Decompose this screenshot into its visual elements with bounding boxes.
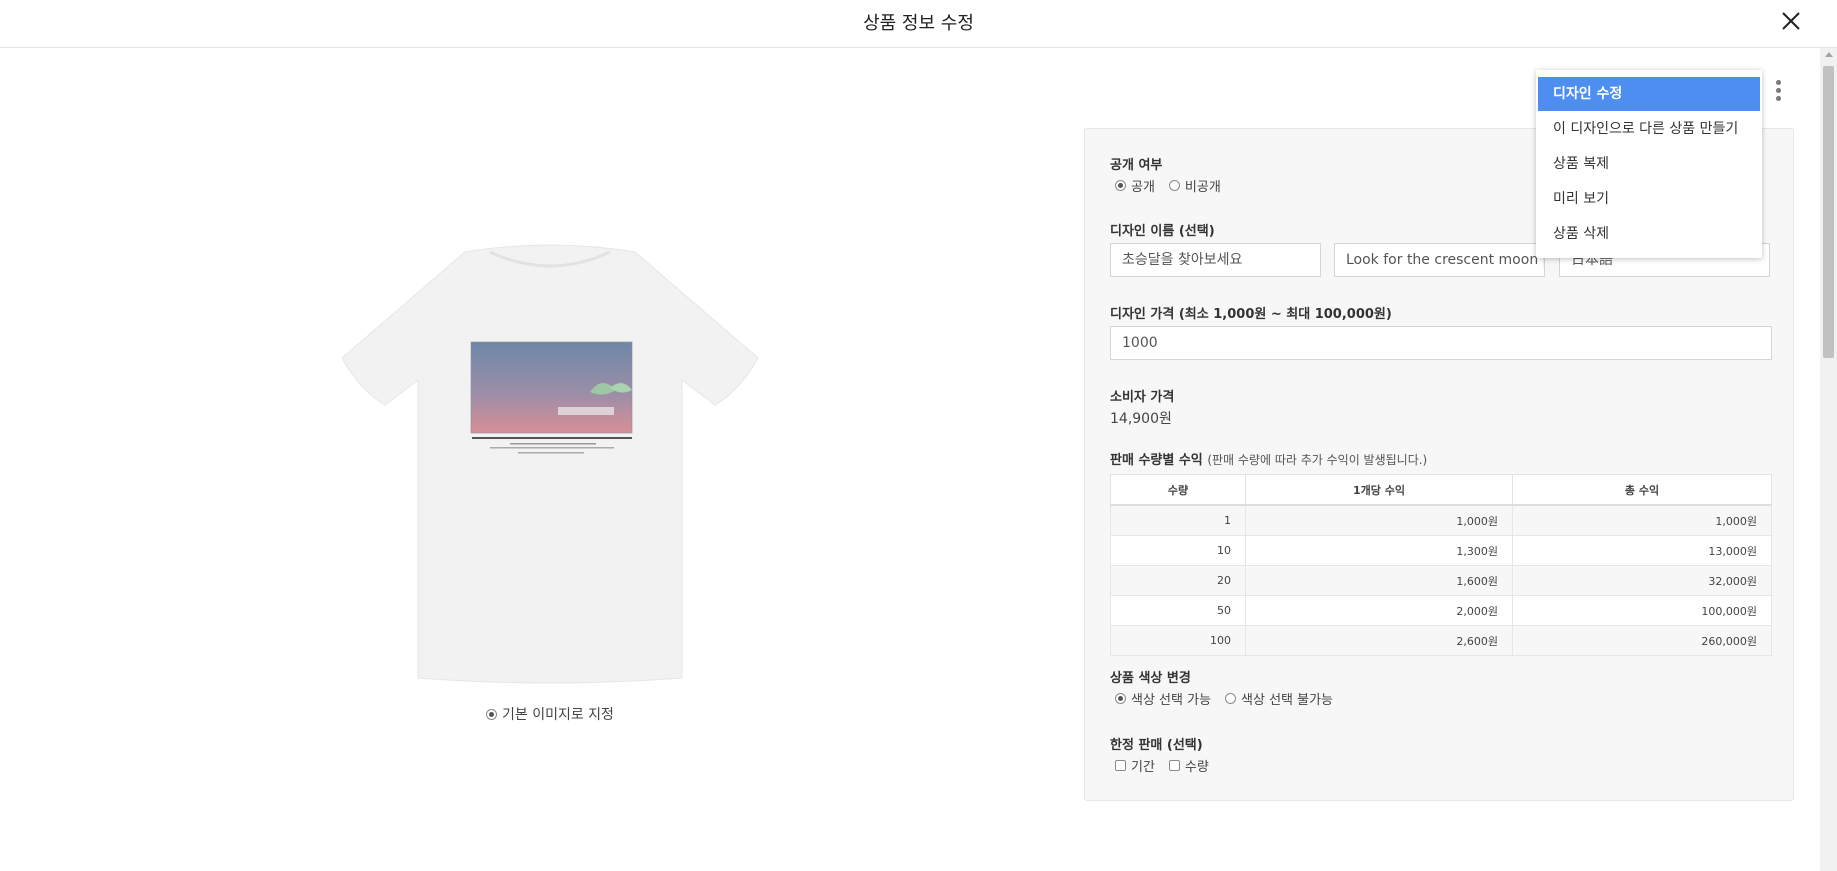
color-selectable-radio[interactable] bbox=[1115, 693, 1126, 704]
table-cell: 32,000원 bbox=[1512, 565, 1772, 596]
public-label: 공개 bbox=[1131, 180, 1155, 195]
tshirt-preview-image bbox=[341, 244, 759, 684]
public-radio[interactable] bbox=[1115, 180, 1126, 191]
limited-sale-options: 기간 수량 bbox=[1115, 756, 1223, 775]
table-row: 20 1,600원 32,000원 bbox=[1110, 565, 1772, 596]
period-checkbox[interactable] bbox=[1115, 760, 1126, 771]
table-cell: 2,600원 bbox=[1245, 625, 1513, 656]
table-cell: 10 bbox=[1110, 535, 1246, 566]
table-cell: 13,000원 bbox=[1512, 535, 1772, 566]
design-price-label: 디자인 가격 (최소 1,000원 ~ 최대 100,000원) bbox=[1110, 307, 1392, 322]
close-icon[interactable] bbox=[1779, 9, 1803, 33]
table-cell: 50 bbox=[1110, 595, 1246, 626]
consumer-price-value: 14,900원 bbox=[1110, 411, 1172, 427]
visibility-private-option[interactable]: 비공개 bbox=[1168, 176, 1221, 195]
design-price-input[interactable]: 1000 bbox=[1110, 326, 1772, 360]
modal-title: 상품 정보 수정 bbox=[863, 13, 974, 34]
color-not-selectable-radio[interactable] bbox=[1225, 693, 1237, 704]
table-cell: 260,000원 bbox=[1512, 625, 1772, 656]
menu-item-create-other-product[interactable]: 이 디자인으로 다른 상품 만들기 bbox=[1538, 112, 1760, 146]
visibility-public-option[interactable]: 공개 bbox=[1115, 176, 1155, 195]
menu-item-edit-design[interactable]: 디자인 수정 bbox=[1538, 77, 1760, 111]
more-options-menu: 디자인 수정 이 디자인으로 다른 상품 만들기 상품 복제 미리 보기 상품 … bbox=[1536, 70, 1762, 258]
table-row: 1 1,000원 1,000원 bbox=[1110, 504, 1772, 536]
private-label: 비공개 bbox=[1184, 180, 1221, 195]
profit-label: 판매 수량별 수익 (판매 수량에 따라 추가 수익이 발생됩니다.) bbox=[1110, 449, 1427, 468]
table-cell: 20 bbox=[1110, 565, 1246, 596]
menu-item-preview[interactable]: 미리 보기 bbox=[1538, 182, 1760, 216]
default-image-radio[interactable] bbox=[486, 708, 497, 720]
table-cell: 2,000원 bbox=[1245, 595, 1513, 626]
default-image-option[interactable]: 기본 이미지로 지정 bbox=[486, 704, 614, 724]
profit-table: 수량 1개당 수익 총 수익 1 1,000원 1,000원 10 1,300원… bbox=[1110, 474, 1772, 656]
scroll-up-arrow[interactable] bbox=[1825, 52, 1833, 57]
visibility-label: 공개 여부 bbox=[1110, 158, 1163, 173]
limited-sale-label: 한정 판매 (선택) bbox=[1110, 738, 1203, 753]
table-cell: 1,600원 bbox=[1245, 565, 1513, 596]
table-row: 10 1,300원 13,000원 bbox=[1110, 535, 1772, 566]
modal-header: 상품 정보 수정 bbox=[0, 0, 1837, 48]
quantity-label: 수량 bbox=[1184, 760, 1209, 775]
color-not-selectable-label: 색상 선택 불가능 bbox=[1241, 693, 1334, 708]
table-header-row: 수량 1개당 수익 총 수익 bbox=[1110, 474, 1772, 506]
color-not-selectable-option[interactable]: 색상 선택 불가능 bbox=[1225, 689, 1333, 708]
profit-title: 판매 수량별 수익 bbox=[1110, 453, 1203, 468]
limited-period-option[interactable]: 기간 bbox=[1115, 756, 1155, 775]
table-cell: 1,000원 bbox=[1245, 504, 1513, 536]
table-row: 100 2,600원 260,000원 bbox=[1110, 625, 1772, 656]
consumer-price-label: 소비자 가격 bbox=[1110, 390, 1175, 405]
color-change-label: 상품 색상 변경 bbox=[1110, 671, 1191, 686]
table-cell: 1,000원 bbox=[1512, 504, 1772, 536]
table-cell: 100 bbox=[1110, 625, 1246, 656]
column-header-total-profit: 총 수익 bbox=[1512, 474, 1772, 506]
menu-item-duplicate-product[interactable]: 상품 복제 bbox=[1538, 147, 1760, 181]
visibility-options: 공개 비공개 bbox=[1115, 176, 1235, 195]
column-header-quantity: 수량 bbox=[1110, 474, 1246, 506]
limited-quantity-option[interactable]: 수량 bbox=[1168, 756, 1209, 775]
default-image-label: 기본 이미지로 지정 bbox=[502, 707, 614, 723]
table-row: 50 2,000원 100,000원 bbox=[1110, 595, 1772, 626]
column-header-unit-profit: 1개당 수익 bbox=[1245, 474, 1513, 506]
menu-item-delete-product[interactable]: 상품 삭제 bbox=[1538, 217, 1760, 251]
period-label: 기간 bbox=[1131, 760, 1155, 775]
table-cell: 1,300원 bbox=[1245, 535, 1513, 566]
private-radio[interactable] bbox=[1168, 180, 1180, 191]
more-options-icon[interactable] bbox=[1773, 78, 1785, 104]
color-selectable-option[interactable]: 색상 선택 가능 bbox=[1115, 689, 1211, 708]
design-name-english-input[interactable]: Look for the crescent moon pl bbox=[1334, 243, 1545, 277]
table-cell: 1 bbox=[1110, 504, 1246, 536]
table-cell: 100,000원 bbox=[1512, 595, 1772, 626]
color-change-options: 색상 선택 가능 색상 선택 불가능 bbox=[1115, 689, 1347, 708]
scrollbar-thumb[interactable] bbox=[1823, 66, 1834, 358]
color-selectable-label: 색상 선택 가능 bbox=[1131, 693, 1212, 708]
quantity-checkbox[interactable] bbox=[1168, 760, 1180, 771]
scrollbar[interactable] bbox=[1820, 48, 1837, 871]
profit-note: (판매 수량에 따라 추가 수익이 발생됩니다.) bbox=[1207, 453, 1428, 467]
design-name-korean-input[interactable]: 초승달을 찾아보세요 bbox=[1110, 243, 1321, 277]
design-name-label: 디자인 이름 (선택) bbox=[1110, 224, 1215, 239]
